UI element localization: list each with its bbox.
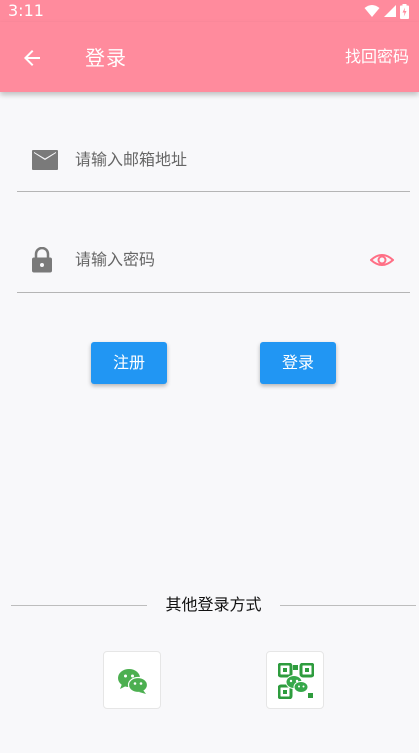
back-arrow-icon[interactable]: [20, 46, 44, 70]
status-time: 3:11: [8, 1, 44, 20]
wechat-login-button[interactable]: [103, 651, 161, 709]
mail-icon: [32, 150, 58, 170]
divider-line-right: [280, 605, 416, 606]
other-login-label: 其他登录方式: [165, 595, 262, 614]
password-input[interactable]: [75, 246, 355, 272]
login-button[interactable]: 登录: [260, 342, 336, 384]
wechat-icon: [118, 669, 149, 694]
app-bar: 登录 找回密码: [0, 22, 419, 92]
qr-code-wechat-icon: [278, 663, 314, 699]
email-field: [17, 136, 410, 192]
page-title: 登录: [85, 46, 127, 70]
wifi-icon: [364, 5, 380, 17]
battery-charging-icon: [400, 3, 409, 19]
qr-login-button[interactable]: [266, 651, 324, 709]
status-icons: [364, 3, 409, 19]
password-field: [17, 236, 410, 293]
status-bar: 3:11: [0, 0, 419, 22]
lock-icon: [32, 247, 52, 273]
find-password-link[interactable]: 找回密码: [345, 46, 409, 68]
signal-icon: [384, 5, 396, 17]
register-button[interactable]: 注册: [91, 342, 167, 384]
email-input[interactable]: [75, 146, 355, 172]
eye-icon[interactable]: [370, 248, 394, 272]
divider-line-left: [11, 605, 147, 606]
